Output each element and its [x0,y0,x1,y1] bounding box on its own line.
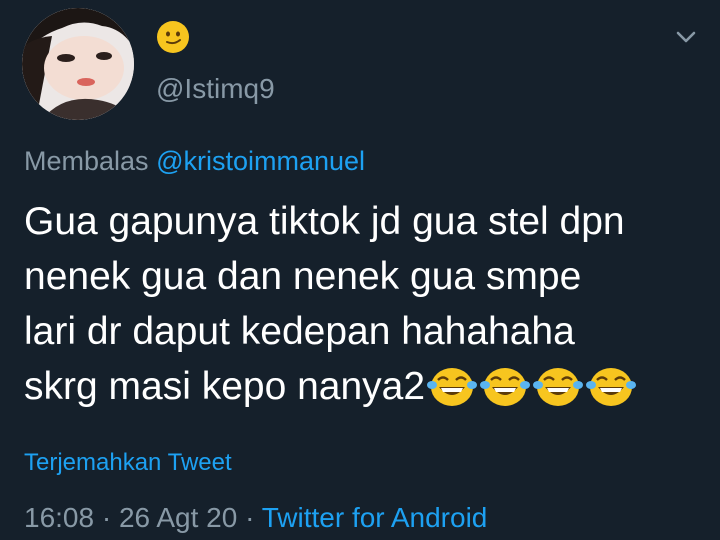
tweet-text-line: nenek gua dan nenek gua smpe [24,255,582,298]
meta-separator: · [245,502,255,533]
meta-separator: · [101,502,112,533]
reply-context: Membalas @kristoimmanuel [24,144,365,178]
tweet-meta: 16:08 · 26 Agt 20 · Twitter for Android [24,500,487,536]
tweet-time: 16:08 [24,502,95,533]
emoji-row [427,365,639,424]
laughing-crying-icon [427,368,478,406]
tweet-text-line: lari dr daput kedepan hahahaha [24,310,575,353]
user-handle[interactable]: @Istimq9 [156,72,275,106]
tweet-text-line-last: skrg masi kepo nanya2 [24,359,704,424]
smirking-face-icon [156,20,190,54]
reply-prefix: Membalas [24,146,149,176]
avatar[interactable] [22,8,134,120]
reply-mention-link[interactable]: @kristoimmanuel [156,146,365,176]
tweet-text-line: Gua gapunya tiktok jd gua stel dpn [24,200,625,243]
tweet-date: 26 Agt 20 [118,502,238,533]
chevron-down-icon[interactable] [672,26,700,48]
laughing-crying-icon [533,368,584,406]
laughing-crying-icon [586,368,637,406]
tweet-text-line-content: skrg masi kepo nanya2 [24,365,426,408]
tweet-text: Gua gapunya tiktok jd gua stel dpn nenek… [24,194,704,424]
tweet-source-link[interactable]: Twitter for Android [262,502,488,533]
translate-tweet-link[interactable]: Terjemahkan Tweet [24,448,232,478]
laughing-crying-icon [480,368,531,406]
